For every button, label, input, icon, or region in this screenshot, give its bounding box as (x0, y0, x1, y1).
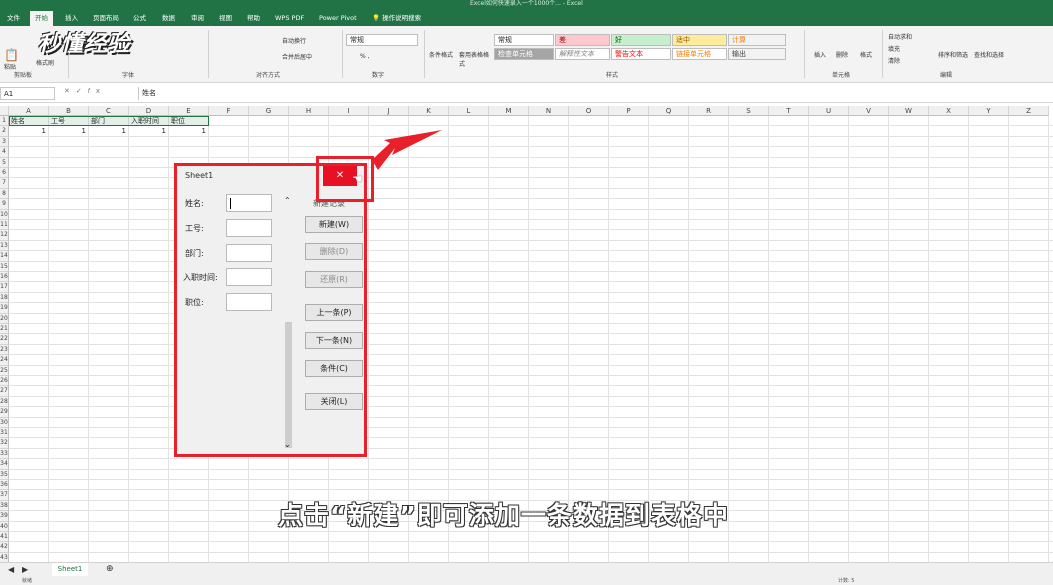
arrow-icon (372, 130, 442, 170)
mouse-pointer-icon: ☚ (352, 172, 363, 186)
video-caption: 点击“新建”即可添加一条数据到表格中 (278, 501, 729, 530)
